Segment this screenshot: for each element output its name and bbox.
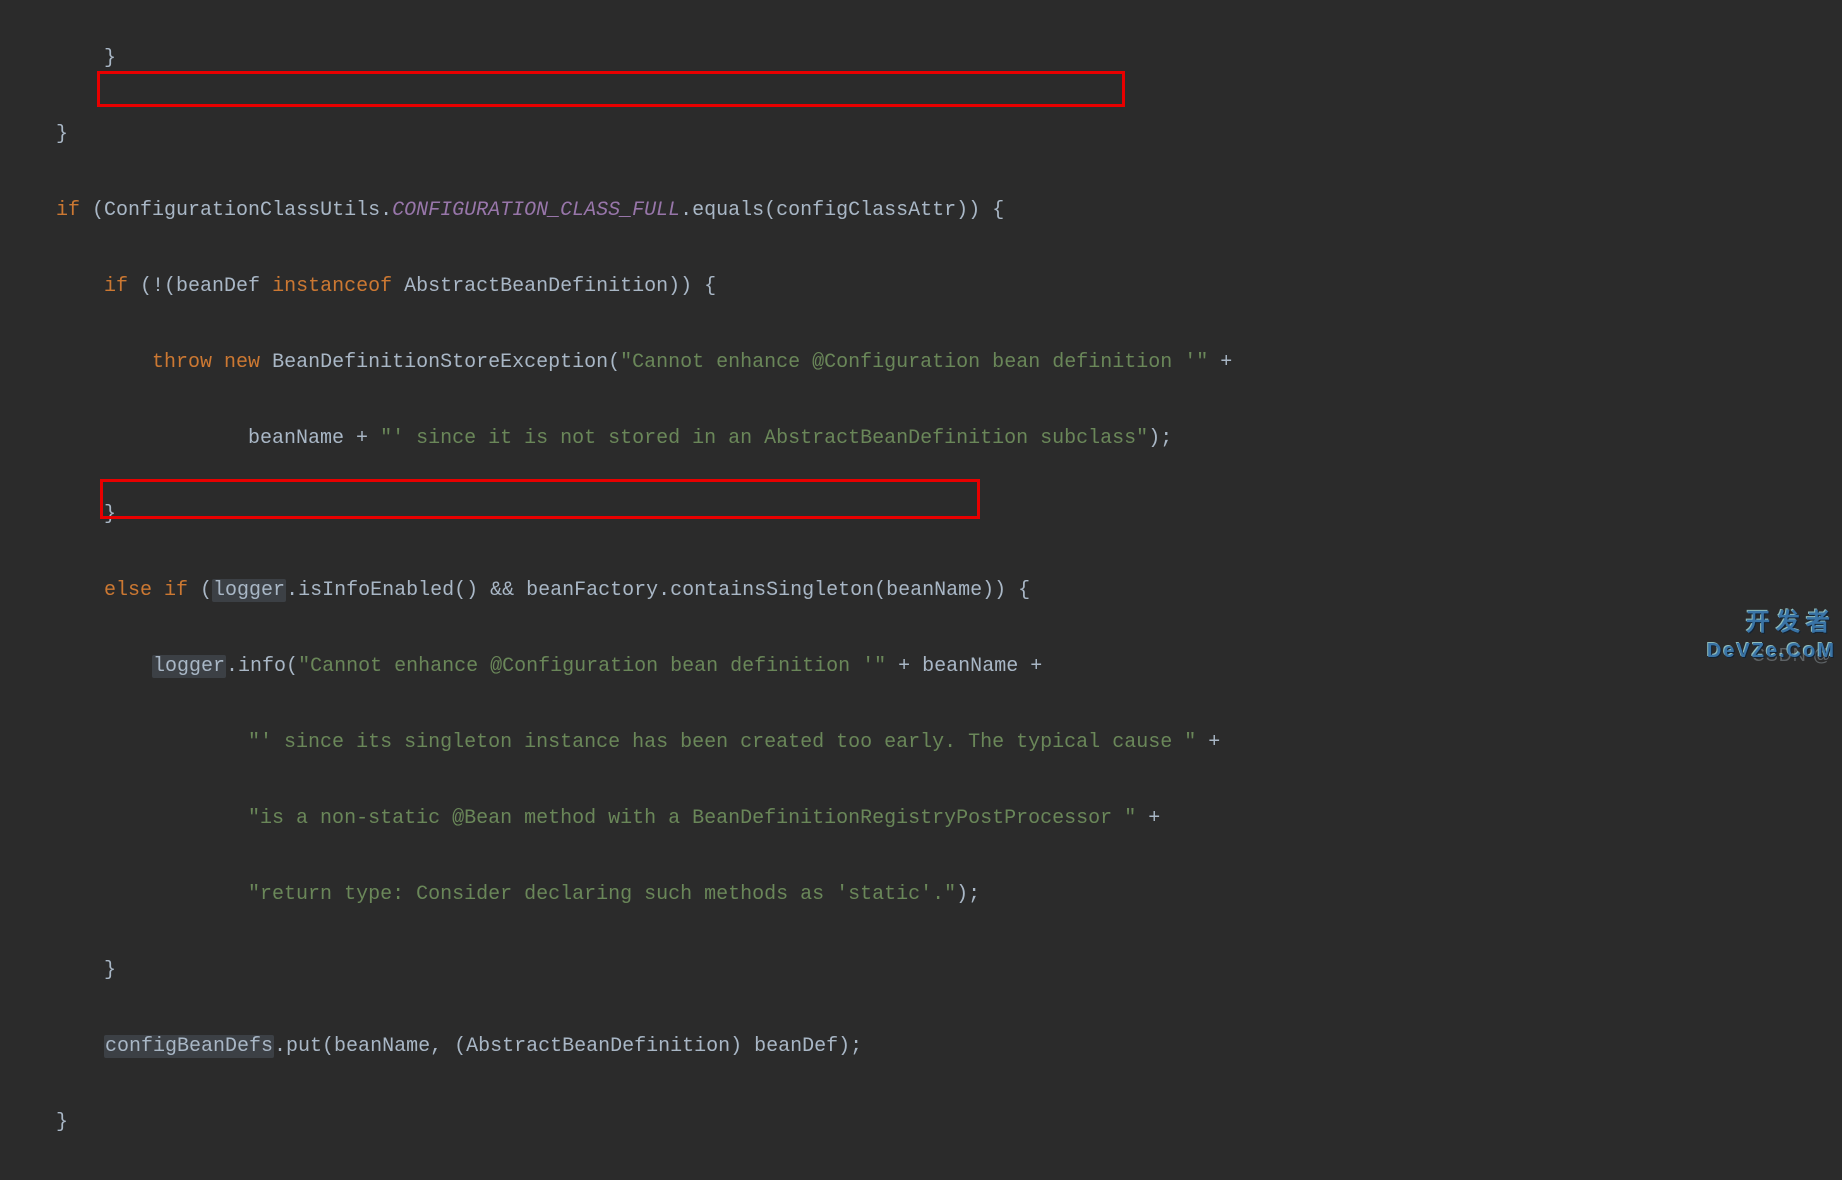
string-literal: "Cannot enhance @Configuration bean defi… bbox=[298, 655, 886, 678]
indent bbox=[8, 199, 56, 222]
throw-keyword: throw new bbox=[152, 351, 260, 374]
code-line: } bbox=[8, 40, 1842, 78]
indent bbox=[8, 655, 152, 678]
string-literal: "Cannot enhance @Configuration bean defi… bbox=[620, 351, 1208, 374]
code-text: + beanName + bbox=[886, 655, 1042, 678]
code-text: .put(beanName, (AbstractBeanDefinition) … bbox=[274, 1035, 862, 1058]
indent bbox=[8, 351, 152, 374]
logger-ref: logger bbox=[212, 579, 286, 602]
indent bbox=[8, 731, 248, 754]
if-keyword: if bbox=[104, 275, 128, 298]
brace-close: } bbox=[8, 1111, 68, 1134]
code-text: AbstractBeanDefinition)) { bbox=[392, 275, 716, 298]
code-text: + bbox=[1196, 731, 1220, 754]
code-text: .isInfoEnabled() && beanFactory.contains… bbox=[286, 579, 1030, 602]
if-keyword: if bbox=[56, 199, 80, 222]
code-text: ); bbox=[956, 883, 980, 906]
code-text: beanName + bbox=[8, 427, 380, 450]
indent bbox=[8, 883, 248, 906]
code-text: ( bbox=[188, 579, 212, 602]
var-ref: configBeanDefs bbox=[104, 1035, 274, 1058]
code-line: "' since its singleton instance has been… bbox=[8, 724, 1842, 762]
brace-close: } bbox=[8, 47, 116, 70]
code-line: if (ConfigurationClassUtils.CONFIGURATIO… bbox=[8, 192, 1842, 230]
string-literal: "' since its singleton instance has been… bbox=[248, 731, 1196, 754]
indent bbox=[8, 1035, 104, 1058]
code-text: .info( bbox=[226, 655, 298, 678]
code-line: } bbox=[8, 1104, 1842, 1142]
code-line: logger.info("Cannot enhance @Configurati… bbox=[8, 648, 1842, 686]
brace-close: } bbox=[8, 123, 68, 146]
instanceof-keyword: instanceof bbox=[272, 275, 392, 298]
constant-ref: CONFIGURATION_CLASS_FULL bbox=[392, 199, 680, 222]
code-text: + bbox=[1136, 807, 1160, 830]
brace-close: } bbox=[8, 503, 116, 526]
code-text: .equals(configClassAttr)) { bbox=[680, 199, 1004, 222]
code-line: if (!(beanDef instanceof AbstractBeanDef… bbox=[8, 268, 1842, 306]
code-line: throw new BeanDefinitionStoreException("… bbox=[8, 344, 1842, 382]
code-line: configBeanDefs.put(beanName, (AbstractBe… bbox=[8, 1028, 1842, 1066]
code-line: "is a non-static @Bean method with a Bea… bbox=[8, 800, 1842, 838]
code-text: ); bbox=[1148, 427, 1172, 450]
string-literal: "return type: Consider declaring such me… bbox=[248, 883, 956, 906]
code-text: BeanDefinitionStoreException( bbox=[260, 351, 620, 374]
code-text: + bbox=[1208, 351, 1232, 374]
code-line: } bbox=[8, 116, 1842, 154]
string-literal: "is a non-static @Bean method with a Bea… bbox=[248, 807, 1136, 830]
logger-ref: logger bbox=[152, 655, 226, 678]
code-line: "return type: Consider declaring such me… bbox=[8, 876, 1842, 914]
code-line: else if (logger.isInfoEnabled() && beanF… bbox=[8, 572, 1842, 610]
brace-close: } bbox=[8, 959, 116, 982]
code-text: (ConfigurationClassUtils. bbox=[80, 199, 392, 222]
code-editor[interactable]: } } if (ConfigurationClassUtils.CONFIGUR… bbox=[0, 2, 1842, 1180]
code-line: beanName + "' since it is not stored in … bbox=[8, 420, 1842, 458]
string-literal: "' since it is not stored in an Abstract… bbox=[380, 427, 1148, 450]
else-if-keyword: else if bbox=[104, 579, 188, 602]
indent bbox=[8, 579, 104, 602]
devze-watermark: DeVZe.CoM bbox=[1707, 632, 1836, 670]
indent bbox=[8, 275, 104, 298]
code-line: } bbox=[8, 952, 1842, 990]
code-text: (!(beanDef bbox=[128, 275, 272, 298]
indent bbox=[8, 807, 248, 830]
code-line: } bbox=[8, 496, 1842, 534]
